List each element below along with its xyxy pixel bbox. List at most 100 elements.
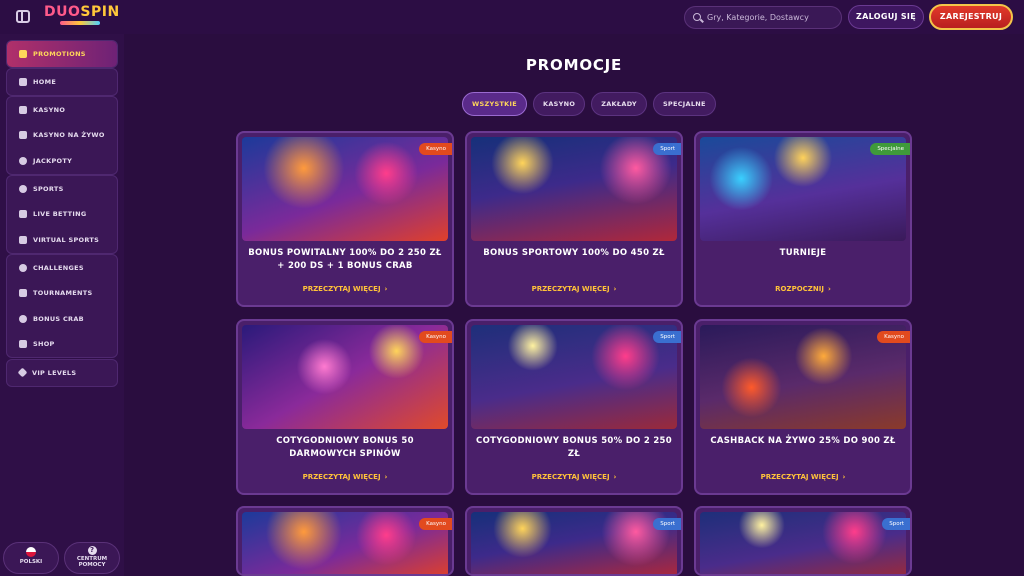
sidebar-item-virtual-sports[interactable]: VIRTUAL SPORTS: [7, 227, 117, 253]
promo-card[interactable]: Kasyno CASHBACK NA ŻYWO 25% DO 900 ZŁ PR…: [694, 319, 912, 495]
help-label-line2: POMOCY: [78, 562, 106, 568]
sidebar-item-vip-levels[interactable]: VIP LEVELS: [7, 360, 117, 386]
language-label: POLSKI: [19, 559, 43, 565]
promo-title: COTYGODNIOWY BONUS 50 DARMOWYCH SPINÓW: [276, 436, 414, 459]
logo[interactable]: DUOSPIN: [44, 4, 120, 20]
sidebar-item-challenges[interactable]: CHALLENGES: [7, 255, 117, 281]
cta-label: ROZPOCZNIJ: [775, 285, 824, 293]
chevron-right-icon: ›: [384, 285, 388, 293]
tab-kasyno[interactable]: KASYNO: [532, 92, 586, 116]
diamond-icon: [17, 367, 28, 378]
sidebar-footer: POLSKI ? CENTRUM POMOCY: [0, 536, 124, 576]
promo-image: [471, 325, 677, 429]
sidebar-item-label: LIVE BETTING: [33, 210, 87, 219]
sidebar-item-promotions[interactable]: PROMOTIONS: [7, 41, 117, 67]
sidebar-item-label: KASYNO NA ŻYWO: [33, 131, 105, 140]
poland-flag-icon: [26, 547, 36, 557]
sidebar-item-bonus-crab[interactable]: BONUS CRAB: [7, 306, 117, 332]
promo-card[interactable]: Kasyno BONUS POWITALNY 100% DO 2 250 ZŁ …: [236, 131, 454, 307]
promo-card[interactable]: Kasyno COTYGODNIOWY BONUS 50 DARMOWYCH S…: [236, 319, 454, 495]
category-badge: Kasyno: [419, 331, 452, 343]
sidebar-item-home[interactable]: HOME: [7, 69, 117, 95]
clover-icon: [19, 156, 27, 165]
home-icon: [19, 77, 27, 86]
cta-label: PRZECZYTAJ WIĘCEJ: [760, 473, 839, 481]
tab-specjalne[interactable]: SPECJALNE: [652, 92, 716, 116]
promo-image: [700, 325, 906, 429]
category-badge: Sport: [653, 143, 681, 155]
help-icon: ?: [87, 546, 97, 555]
language-button[interactable]: POLSKI: [3, 542, 59, 574]
cta-label: PRZECZYTAJ WIĘCEJ: [531, 473, 610, 481]
promo-image: [471, 512, 677, 574]
promo-image: [700, 512, 906, 574]
gift-icon: [19, 49, 27, 58]
sidebar-item-kasyno-na-zywo[interactable]: KASYNO NA ŻYWO: [7, 123, 117, 149]
promo-title: COTYGODNIOWY BONUS 50% DO 2 250 ZŁ: [476, 436, 672, 459]
sidebar-item-tournaments[interactable]: TOURNAMENTS: [7, 281, 117, 307]
search-icon: [693, 13, 701, 21]
read-more-link[interactable]: PRZECZYTAJ WIĘCEJ ›: [238, 285, 452, 293]
category-badge: Specjalne: [870, 143, 910, 155]
chevron-right-icon: ›: [613, 473, 617, 481]
sidebar-item-label: BONUS CRAB: [33, 314, 84, 323]
main-content: PROMOCJE WSZYSTKIE KASYNO ZAKŁADY SPECJA…: [124, 34, 1024, 576]
promo-tabs: WSZYSTKIE KASYNO ZAKŁADY SPECJALNE: [462, 92, 716, 116]
bag-icon: [19, 340, 27, 349]
category-badge: Kasyno: [877, 331, 910, 343]
cta-label: PRZECZYTAJ WIĘCEJ: [531, 285, 610, 293]
login-button[interactable]: ZALOGUJ SIĘ: [848, 5, 924, 29]
page-title: PROMOCJE: [525, 56, 623, 74]
sidebar-item-label: PROMOTIONS: [33, 49, 86, 58]
register-button[interactable]: ZAREJESTRUJ: [929, 4, 1013, 30]
logo-text-spin: SPIN: [80, 4, 120, 20]
cards-icon: [19, 131, 27, 140]
category-badge: Sport: [653, 331, 681, 343]
read-more-link[interactable]: PRZECZYTAJ WIĘCEJ ›: [696, 473, 910, 481]
promo-image: [471, 137, 677, 241]
promo-title: CASHBACK NA ŻYWO 25% DO 900 ZŁ: [710, 436, 896, 446]
read-more-link[interactable]: PRZECZYTAJ WIĘCEJ ›: [238, 473, 452, 481]
promo-card[interactable]: Sport BONUS SPORTOWY 100% DO 450 ZŁ PRZE…: [465, 131, 683, 307]
promo-card[interactable]: Sport: [465, 506, 683, 576]
trophy-icon: [19, 289, 27, 298]
read-more-link[interactable]: PRZECZYTAJ WIĘCEJ ›: [467, 285, 681, 293]
chevron-right-icon: ›: [842, 473, 846, 481]
medal-icon: [19, 263, 27, 272]
promo-card[interactable]: Sport: [694, 506, 912, 576]
sidebar-item-shop[interactable]: SHOP: [7, 332, 117, 358]
sidebar-item-kasyno[interactable]: KASYNO: [7, 97, 117, 123]
chevron-right-icon: ›: [384, 473, 388, 481]
promo-card[interactable]: Kasyno: [236, 506, 454, 576]
promo-image: [242, 512, 448, 574]
sidebar-item-label: SHOP: [33, 340, 55, 349]
search-box[interactable]: [684, 6, 842, 29]
sidebar-item-label: JACKPOTY: [33, 156, 73, 165]
tab-zaklady[interactable]: ZAKŁADY: [591, 92, 647, 116]
promo-image: [242, 137, 448, 241]
start-link[interactable]: ROZPOCZNIJ ›: [696, 285, 910, 293]
read-more-link[interactable]: PRZECZYTAJ WIĘCEJ ›: [467, 473, 681, 481]
sidebar-item-label: VIP LEVELS: [32, 368, 77, 377]
logo-underline: [60, 21, 100, 25]
top-bar: DUOSPIN ZALOGUJ SIĘ ZAREJESTRUJ: [0, 0, 1024, 34]
sidebar-group-home: HOME: [6, 68, 118, 96]
tab-wszystkie[interactable]: WSZYSTKIE: [462, 92, 527, 116]
promo-card[interactable]: Specjalne TURNIEJE ROZPOCZNIJ ›: [694, 131, 912, 307]
sidebar-group-sports: SPORTS LIVE BETTING VIRTUAL SPORTS: [6, 175, 118, 254]
sidebar-item-sports[interactable]: SPORTS: [7, 176, 117, 202]
promo-title: TURNIEJE: [779, 248, 827, 258]
chevron-right-icon: ›: [827, 285, 831, 293]
play-icon: [19, 210, 27, 219]
help-center-button[interactable]: ? CENTRUM POMOCY: [64, 542, 120, 574]
sidebar-item-jackpoty[interactable]: JACKPOTY: [7, 148, 117, 174]
sidebar-item-label: KASYNO: [33, 105, 66, 114]
sidebar-item-label: CHALLENGES: [33, 263, 84, 272]
slot-icon: [19, 105, 27, 114]
sidebar-toggle-icon[interactable]: [16, 10, 30, 23]
search-input[interactable]: [707, 13, 837, 22]
vr-icon: [19, 235, 27, 244]
promo-card[interactable]: Sport COTYGODNIOWY BONUS 50% DO 2 250 ZŁ…: [465, 319, 683, 495]
sidebar-item-live-betting[interactable]: LIVE BETTING: [7, 202, 117, 228]
sidebar-group-extras: CHALLENGES TOURNAMENTS BONUS CRAB SHOP: [6, 254, 118, 358]
